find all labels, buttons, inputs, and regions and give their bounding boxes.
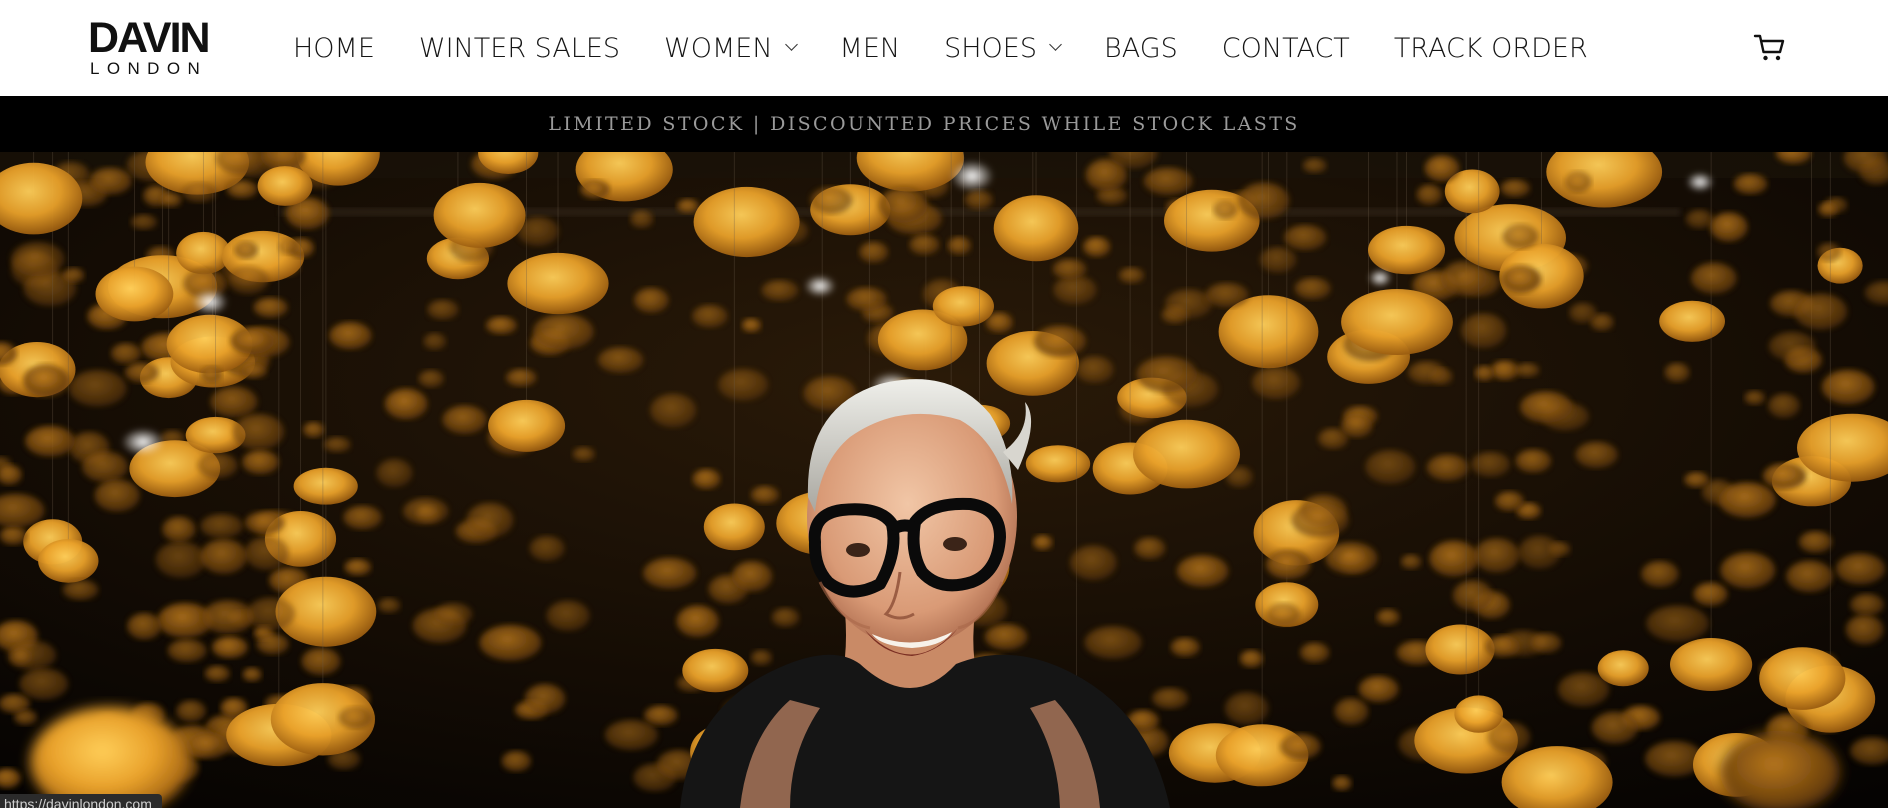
nav-label: HOME [293, 32, 375, 64]
cart-icon-graphic [1753, 34, 1785, 61]
status-bar-url: https://davinlondon.com [0, 794, 162, 808]
announcement-bar: LIMITED STOCK | DISCOUNTED PRICES WHILE … [0, 96, 1888, 152]
nav-label: SHOES [944, 32, 1038, 64]
nav-label: WINTER SALES [418, 32, 621, 64]
nav-label: CONTACT [1221, 32, 1350, 64]
nav-winter-sales[interactable]: WINTER SALES [419, 33, 620, 64]
nav-shoes[interactable]: SHOES [944, 32, 1062, 64]
brand-name-top: DAVIN [88, 14, 211, 62]
site-header: DAVIN LONDON HOME WINTER SALES WOMEN MEN… [0, 0, 1888, 96]
chevron-down-icon [1049, 37, 1062, 51]
chevron-down-icon [784, 37, 798, 51]
nav-label: TRACK ORDER [1393, 32, 1588, 64]
nav-contact[interactable]: CONTACT [1222, 33, 1350, 64]
nav-bags[interactable]: BAGS [1104, 33, 1178, 64]
nav-label: WOMEN [664, 32, 773, 64]
brand-logo[interactable]: DAVIN LONDON [88, 17, 222, 79]
main-nav: HOME WINTER SALES WOMEN MEN SHOES BAGS C… [293, 28, 1632, 68]
brand-name-bottom: LONDON [90, 59, 208, 78]
nav-track-order[interactable]: TRACK ORDER [1394, 33, 1588, 64]
announcement-text: LIMITED STOCK | DISCOUNTED PRICES WHILE … [548, 113, 1300, 135]
nav-label: MEN [839, 32, 901, 64]
nav-label: BAGS [1104, 32, 1178, 64]
hero-photo [0, 152, 1888, 808]
nav-home[interactable]: HOME [293, 33, 375, 64]
nav-women[interactable]: WOMEN [664, 32, 798, 64]
hero-image[interactable] [0, 152, 1888, 808]
nav-men[interactable]: MEN [840, 33, 901, 64]
cart-icon[interactable] [1753, 31, 1787, 65]
